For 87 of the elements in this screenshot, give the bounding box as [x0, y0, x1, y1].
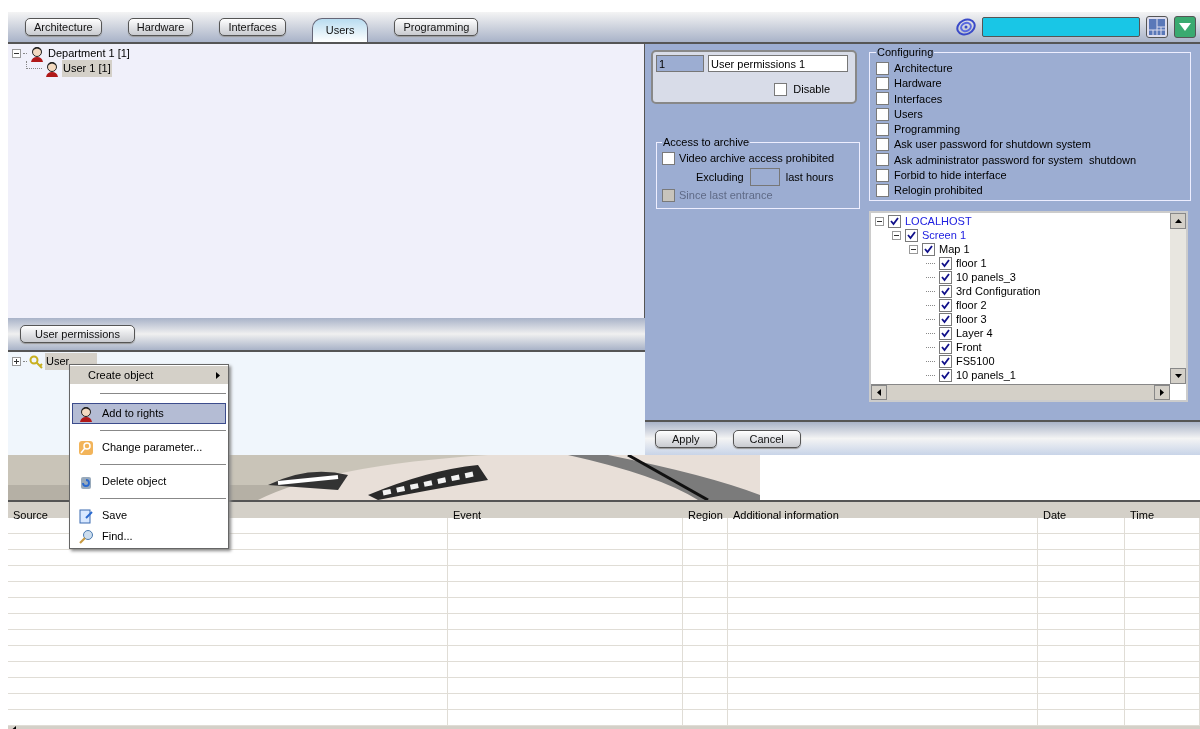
- horizontal-scrollbar[interactable]: [871, 384, 1170, 401]
- checkbox-label: Ask administrator password for system shutdown: [894, 152, 1137, 168]
- checkbox-label: Ask user password for shutdown system: [894, 137, 1091, 153]
- cancel-button[interactable]: Cancel: [732, 429, 801, 448]
- tree-checkbox[interactable]: [939, 270, 952, 284]
- name-field[interactable]: User permissions 1: [708, 55, 848, 72]
- tree-checkbox[interactable]: [939, 368, 952, 382]
- checkbox[interactable]: [774, 82, 788, 96]
- tree-checkbox[interactable]: [939, 326, 952, 340]
- tree-checkbox[interactable]: [905, 228, 918, 242]
- field-label: last hours: [785, 169, 834, 185]
- tab[interactable]: Hardware: [127, 18, 194, 36]
- hours-field[interactable]: [749, 168, 780, 186]
- checkbox[interactable]: [876, 92, 889, 106]
- search-icon: [78, 528, 94, 545]
- key-icon: [29, 354, 43, 369]
- tab[interactable]: Architecture: [25, 18, 102, 36]
- tree-checkbox[interactable]: [939, 298, 952, 312]
- expand-icon[interactable]: [12, 357, 21, 366]
- checkbox-label: Video archive access prohibited: [679, 151, 835, 167]
- scroll-right-icon[interactable]: [1154, 385, 1170, 401]
- column-header[interactable]: Date: [1043, 509, 1067, 521]
- collapse-icon[interactable]: [12, 49, 21, 58]
- scroll-down-icon[interactable]: [1170, 368, 1186, 385]
- checkbox[interactable]: [876, 76, 889, 90]
- tree-checkbox[interactable]: [939, 312, 952, 326]
- tree-checkbox[interactable]: [922, 242, 935, 256]
- column-header[interactable]: Additional information: [733, 509, 839, 521]
- menu-item[interactable]: Delete object: [72, 471, 226, 492]
- tree-checkbox[interactable]: [939, 256, 952, 270]
- checkbox[interactable]: [876, 168, 889, 182]
- group-title: Configuring: [876, 45, 935, 60]
- tree-item[interactable]: User 1 [1]: [62, 60, 112, 77]
- checkbox-label: Programming: [894, 122, 961, 138]
- checkbox-label: Since last entrance: [679, 188, 773, 204]
- checkbox-label: Users: [894, 106, 923, 122]
- caret-icon: [1179, 23, 1191, 31]
- tree-checkbox[interactable]: [939, 340, 952, 354]
- column-header[interactable]: Event: [453, 509, 482, 521]
- field-label: Excluding: [696, 169, 744, 185]
- checkbox[interactable]: [876, 153, 889, 167]
- checkbox[interactable]: [876, 138, 889, 152]
- menu-item[interactable]: Add to rights: [72, 403, 226, 424]
- grid-icon: [1149, 19, 1165, 35]
- collapse-icon[interactable]: [909, 244, 918, 254]
- checkbox-label: Disable: [793, 82, 830, 97]
- person-icon: [78, 405, 94, 422]
- checkbox[interactable]: [876, 107, 889, 121]
- user-permissions-button[interactable]: User permissions: [20, 325, 135, 343]
- tree-checkbox[interactable]: [939, 354, 952, 368]
- menu-item[interactable]: Find...: [72, 526, 226, 547]
- checkbox-label: Architecture: [894, 60, 953, 76]
- key-icon: [78, 439, 94, 456]
- checkbox[interactable]: [876, 184, 889, 197]
- submenu-arrow-icon: [216, 371, 220, 379]
- column-header[interactable]: Region: [688, 509, 723, 521]
- dropdown-button[interactable]: [1174, 16, 1196, 38]
- menu-item[interactable]: Change parameter...: [72, 437, 226, 458]
- id-field[interactable]: 1: [656, 55, 704, 72]
- column-header[interactable]: Source: [13, 509, 48, 521]
- tab[interactable]: Users: [311, 18, 369, 42]
- collapse-icon[interactable]: [892, 230, 901, 240]
- column-header[interactable]: Time: [1130, 509, 1155, 521]
- vertical-scrollbar[interactable]: [1170, 213, 1186, 385]
- checkbox[interactable]: [876, 122, 889, 136]
- scroll-left-icon[interactable]: [871, 385, 887, 401]
- checkbox-label: Hardware: [894, 76, 942, 92]
- tab[interactable]: Interfaces: [219, 18, 286, 36]
- spiral-logo-icon: [956, 18, 976, 36]
- apply-button[interactable]: Apply: [655, 429, 717, 448]
- scroll-up-icon[interactable]: [1170, 213, 1186, 230]
- checkbox-label: Relogin prohibited: [894, 183, 983, 199]
- checkbox-label: Forbid to hide interface: [894, 168, 1007, 183]
- menu-item[interactable]: Create object: [70, 366, 228, 384]
- person-icon: [44, 60, 60, 77]
- document-icon: [78, 507, 94, 524]
- tab[interactable]: Programming: [394, 18, 479, 36]
- checkbox[interactable]: [662, 152, 675, 165]
- checkbox[interactable]: [876, 61, 889, 75]
- tree-checkbox[interactable]: [888, 214, 901, 228]
- collapse-icon[interactable]: [875, 216, 884, 226]
- tree-checkbox[interactable]: [939, 284, 952, 298]
- tree-item[interactable]: Department 1 [1]: [47, 45, 131, 62]
- group-title: Access to archive: [662, 135, 751, 150]
- checkbox-label: Interfaces: [894, 91, 943, 107]
- menu-item[interactable]: Save: [72, 505, 226, 526]
- layout-button[interactable]: [1146, 16, 1168, 38]
